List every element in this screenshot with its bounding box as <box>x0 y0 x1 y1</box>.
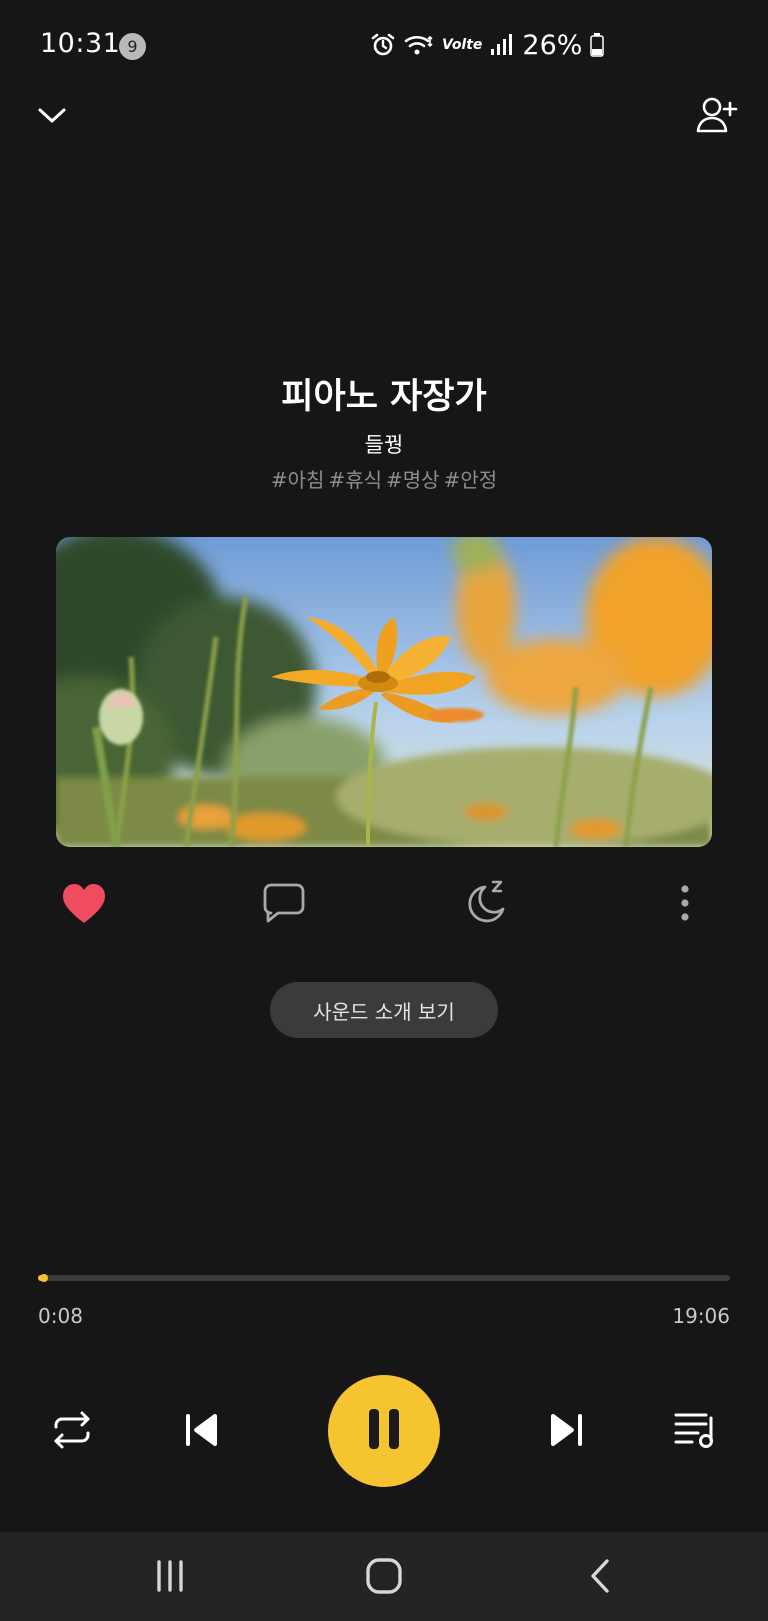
tag[interactable]: #안정 <box>444 468 498 492</box>
back-icon <box>587 1558 613 1598</box>
collapse-button[interactable] <box>30 95 74 139</box>
album-artwork <box>56 537 712 847</box>
comment-icon <box>262 882 306 928</box>
recent-apps-button[interactable] <box>140 1556 200 1600</box>
play-pause-button[interactable] <box>328 1375 440 1487</box>
network-type: Volte <box>442 37 483 53</box>
tag[interactable]: #휴식 <box>328 468 382 492</box>
home-icon <box>365 1557 403 1599</box>
pause-icon <box>366 1407 402 1455</box>
battery-icon <box>590 33 605 57</box>
total-time: 19:06 <box>672 1304 730 1328</box>
progress-track[interactable] <box>38 1275 730 1281</box>
tag[interactable]: #명상 <box>386 468 440 492</box>
current-time: 0:08 <box>38 1304 83 1328</box>
sleep-timer-button[interactable] <box>460 878 512 930</box>
notification-count-badge: 9 <box>119 33 146 60</box>
next-icon <box>547 1411 585 1453</box>
add-person-icon <box>695 95 739 139</box>
repeat-icon <box>50 1409 94 1455</box>
comment-button[interactable] <box>258 880 310 930</box>
like-button[interactable] <box>58 882 110 930</box>
back-button[interactable] <box>570 1556 630 1600</box>
sound-intro-button[interactable]: 사운드 소개 보기 <box>270 982 498 1038</box>
heart-icon <box>61 883 107 929</box>
alarm-icon <box>370 32 396 58</box>
track-title: 피아노 자장가 <box>281 377 487 417</box>
chevron-down-icon <box>37 105 67 129</box>
battery-percentage: 26% <box>522 29 583 61</box>
previous-button[interactable] <box>176 1406 228 1458</box>
repeat-button[interactable] <box>44 1406 100 1458</box>
tag[interactable]: #아침 <box>271 468 325 492</box>
status-time: 10:31 <box>40 28 121 59</box>
home-button[interactable] <box>354 1556 414 1600</box>
invite-button[interactable] <box>692 94 742 140</box>
progress-thumb[interactable] <box>40 1274 48 1282</box>
next-button[interactable] <box>540 1406 592 1458</box>
previous-icon <box>183 1411 221 1453</box>
track-artist: 들꿩 <box>364 433 404 457</box>
wifi-icon <box>404 32 434 58</box>
more-options-button[interactable] <box>668 880 702 930</box>
signal-icon <box>490 33 513 57</box>
sleep-timer-icon <box>463 879 509 929</box>
track-tags: #아침 #휴식 #명상 #안정 <box>0 464 768 493</box>
more-vert-icon <box>680 884 690 926</box>
recent-apps-icon <box>153 1559 187 1597</box>
status-icons: Volte 26% <box>370 28 605 62</box>
playlist-icon <box>673 1410 719 1454</box>
playlist-button[interactable] <box>668 1406 724 1458</box>
